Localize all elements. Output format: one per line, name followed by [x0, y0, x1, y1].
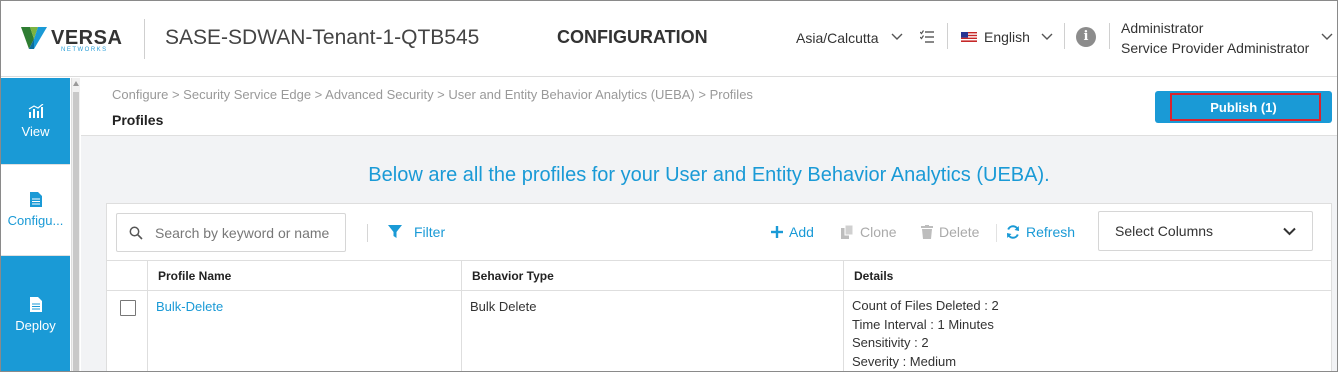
us-flag-icon: [961, 32, 977, 42]
sidebar-item-configure[interactable]: Configu...: [1, 164, 70, 256]
behavior-type-cell: Bulk Delete: [461, 291, 843, 371]
document-icon: [29, 192, 42, 207]
trash-icon: [921, 225, 933, 239]
deploy-document-icon: [29, 296, 42, 312]
add-label: Add: [789, 224, 814, 240]
profile-name-link[interactable]: Bulk-Delete: [156, 299, 223, 314]
details-cell: Count of Files Deleted : 2 Time Interval…: [843, 291, 1331, 371]
breadcrumb[interactable]: Configure > Security Service Edge > Adva…: [112, 87, 753, 102]
versa-logo-icon: [21, 27, 47, 49]
toolbar-separator: [996, 224, 997, 242]
profiles-banner: Below are all the profiles for your User…: [368, 164, 1050, 186]
page-title: Profiles: [112, 112, 164, 128]
task-list-icon[interactable]: [920, 30, 934, 44]
column-header-profile-name[interactable]: Profile Name: [147, 261, 461, 291]
info-icon[interactable]: i: [1076, 27, 1096, 47]
clone-label: Clone: [860, 224, 897, 240]
refresh-label: Refresh: [1026, 224, 1076, 240]
row-checkbox[interactable]: [120, 300, 136, 316]
delete-label: Delete: [939, 224, 980, 240]
highlight-outline: [1170, 93, 1321, 121]
sidebar-item-label: Deploy: [15, 317, 56, 333]
sidebar-item-view[interactable]: View: [1, 78, 70, 164]
user-name[interactable]: Service Provider Administrator: [1121, 40, 1309, 56]
scrollbar-thumb[interactable]: [73, 92, 79, 371]
sidebar-item-label: Configu...: [7, 213, 64, 228]
profiles-panel: Filter Add Clone: [106, 203, 1332, 371]
filter-icon: [388, 225, 402, 238]
select-columns-dropdown[interactable]: Select Columns: [1098, 211, 1313, 251]
toolbar-separator: [367, 224, 368, 242]
filter-button[interactable]: Filter: [388, 224, 445, 240]
profile-name-cell: Bulk-Delete: [147, 291, 461, 371]
details-line: Time Interval : 1 Minutes: [852, 316, 994, 332]
sidebar-item-label: View: [21, 123, 50, 139]
header-separator: [1064, 23, 1065, 49]
search-icon: [129, 226, 143, 240]
chevron-down-icon[interactable]: [1321, 31, 1333, 43]
details-line: Sensitivity : 2: [852, 335, 929, 350]
sidebar-item-deploy[interactable]: Deploy: [1, 256, 70, 371]
main-content: Configure > Security Service Edge > Adva…: [81, 78, 1337, 371]
top-header: VERSA NETWORKS SASE-SDWAN-Tenant-1-QTB54…: [1, 1, 1337, 77]
details-line: Severity : Medium: [852, 353, 957, 369]
table-row[interactable]: Bulk-Delete Bulk Delete Count of Files D…: [107, 291, 1331, 371]
clone-icon: [841, 225, 854, 239]
language-selector[interactable]: English: [984, 29, 1030, 45]
search-box[interactable]: [116, 213, 346, 252]
section-title: CONFIGURATION: [557, 27, 708, 47]
chevron-down-icon[interactable]: [891, 31, 903, 43]
user-role[interactable]: Administrator: [1121, 20, 1203, 36]
page-header: Configure > Security Service Edge > Adva…: [81, 78, 1337, 136]
logo-name: VERSA: [51, 27, 123, 49]
table-header: Profile Name Behavior Type Details: [107, 260, 1331, 291]
delete-button[interactable]: Delete: [921, 224, 979, 240]
scroll-up-arrow-icon[interactable]: [73, 81, 79, 86]
logo-subtitle: NETWORKS: [61, 47, 108, 53]
chevron-down-icon: [1283, 227, 1296, 235]
header-divider: [144, 19, 145, 59]
app-window: VERSA NETWORKS SASE-SDWAN-Tenant-1-QTB54…: [0, 0, 1338, 372]
search-input[interactable]: [155, 224, 335, 241]
select-columns-label: Select Columns: [1115, 223, 1214, 239]
filter-label: Filter: [414, 224, 446, 240]
column-header-behavior-type[interactable]: Behavior Type: [461, 261, 843, 291]
left-sidebar: View Configu... Deploy: [1, 78, 71, 371]
refresh-button[interactable]: Refresh: [1006, 224, 1075, 240]
chart-icon: [28, 103, 43, 118]
chevron-down-icon[interactable]: [1041, 31, 1053, 43]
refresh-icon: [1007, 225, 1019, 239]
header-separator: [1109, 23, 1110, 49]
add-button[interactable]: Add: [771, 224, 814, 240]
clone-button[interactable]: Clone: [841, 224, 897, 240]
timezone-selector[interactable]: Asia/Calcutta: [796, 30, 878, 46]
sidebar-scrollbar[interactable]: [71, 78, 80, 371]
header-separator: [947, 23, 948, 49]
plus-icon: [771, 226, 783, 238]
column-header-details[interactable]: Details: [843, 261, 1331, 291]
details-line: Count of Files Deleted : 2: [852, 298, 999, 313]
tenant-name[interactable]: SASE-SDWAN-Tenant-1-QTB545: [165, 26, 479, 50]
